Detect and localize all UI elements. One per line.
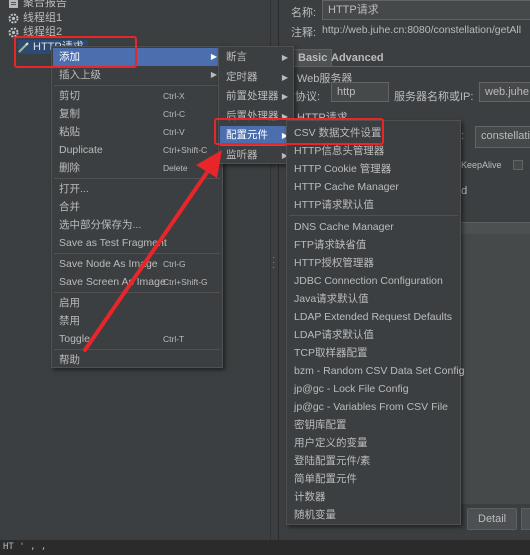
annotation-arrow: [83, 150, 222, 352]
log-strip: HT ' , ,: [0, 540, 530, 555]
